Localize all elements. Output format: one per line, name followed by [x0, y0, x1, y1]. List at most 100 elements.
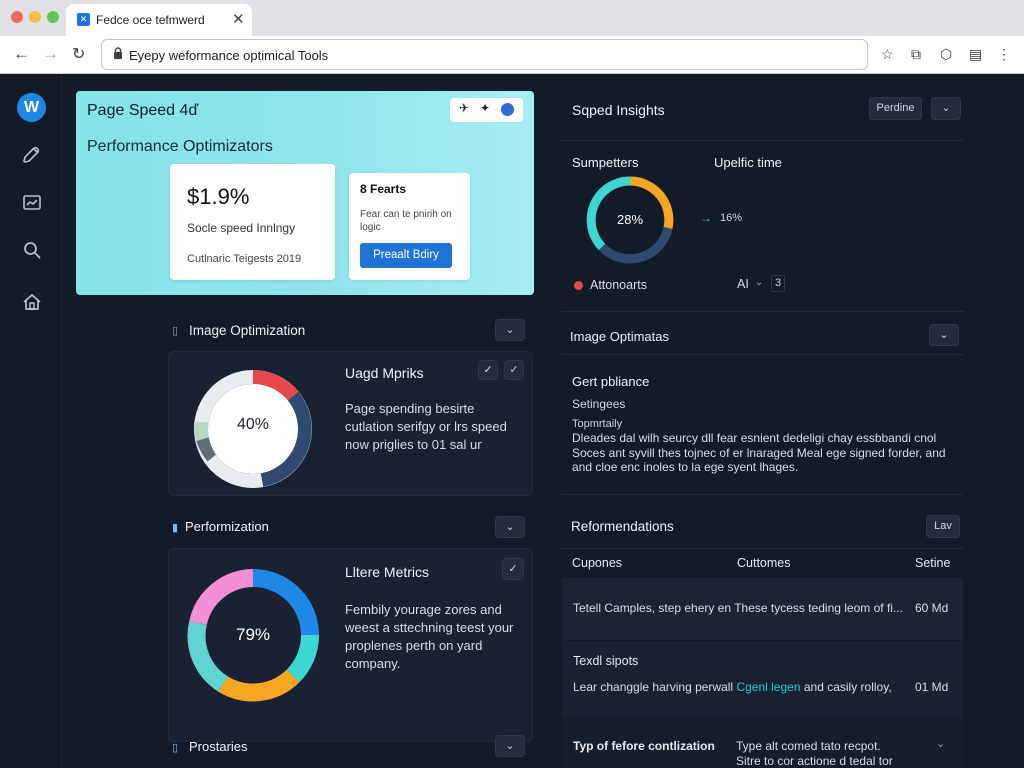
section-marker-icon: ▮ — [172, 522, 179, 534]
share-icon[interactable]: ✈ — [459, 101, 469, 115]
pin-icon[interactable]: ✦ — [480, 101, 490, 115]
speed-insights-panel: Sqped Insights Perdine ⌄ Sumpetters Upel… — [562, 91, 964, 312]
hero-subtitle: Performance Optimizators — [87, 138, 273, 155]
address-bar[interactable]: Eyepy weformance optimical Tools — [101, 39, 868, 70]
table-row[interactable]: Texdl sipots Lear changgle harving perwa… — [562, 641, 963, 717]
table-footer-row: Typ of fefore contlization Type alt come… — [562, 717, 963, 768]
col-label-1: Sumpetters — [572, 155, 639, 170]
stat-card: $1.9% Socle speed Innlngy Cutlnaric Teig… — [170, 164, 335, 280]
table-row[interactable]: Tetell Camples, step ehery en These tyce… — [562, 578, 963, 640]
tab-close-icon[interactable]: ✕ — [232, 10, 245, 28]
select-value[interactable]: AI — [737, 277, 749, 291]
analytics-icon[interactable] — [21, 192, 43, 214]
select-extra[interactable]: 3 — [771, 275, 785, 292]
image-opt-panel-title: Uagd Mpriks — [345, 365, 424, 381]
reload-icon[interactable]: ↻ — [72, 44, 85, 64]
app-logo-icon[interactable]: W — [17, 93, 46, 122]
foot-right-2: Sitre to cor actione d tedal tor — [736, 754, 893, 768]
row-head: Texdl sipots — [573, 654, 639, 668]
feature-button[interactable]: Preaalt Bdiry — [360, 243, 452, 268]
minimize-window-icon[interactable] — [29, 11, 41, 23]
arrow-right-icon: → — [700, 211, 712, 225]
check-icon[interactable]: ✓ — [478, 360, 498, 380]
rocket-icon[interactable] — [21, 144, 43, 166]
image-opt-title: Image Optimization — [189, 323, 306, 338]
feature-text: Fear can te pnirih on logic — [360, 209, 452, 233]
speed-donut-value: 28% — [616, 212, 644, 227]
perf-card: 79% Lltere Metrics ✓ Fembily yourage zor… — [168, 548, 533, 742]
feature-title: 8 Fearts — [360, 182, 407, 196]
stat-footer: Cutlnaric Teigests 2019 — [187, 253, 302, 265]
recommend-button[interactable]: Lav — [926, 515, 960, 538]
chevron-down-icon[interactable]: ⌄ — [936, 737, 945, 750]
image-opt-right-collapse-button[interactable]: ⌄ — [929, 324, 959, 346]
row-text: Lear changgle harving perwall Cgenl lege… — [573, 680, 892, 694]
close-window-icon[interactable] — [11, 11, 23, 23]
collapse-button[interactable]: ⌄ — [931, 97, 961, 120]
tab-title: Fedce oce tefmwerd — [96, 13, 205, 27]
lock-icon — [114, 47, 122, 59]
divider — [562, 548, 963, 549]
perf-donut-value: 79% — [235, 625, 271, 644]
image-opt-collapse-button[interactable]: ⌄ — [495, 319, 525, 341]
browser-tab[interactable]: ✕ Fedce oce tefmwerd ✕ — [66, 4, 252, 36]
section-marker-icon: ▯ — [172, 742, 179, 754]
status-dot-icon — [574, 281, 583, 290]
status-label: Attonoarts — [590, 278, 647, 292]
col-label-2: Upelfic time — [714, 155, 782, 170]
sidebar: W — [0, 74, 62, 768]
home-icon[interactable] — [21, 291, 43, 313]
foot-right-1: Type alt comed tato recpot. — [736, 739, 881, 753]
row-value: 01 Md — [915, 680, 949, 694]
stat-value: $1.9% — [187, 184, 250, 209]
browser-tab-bar: ✕ Fedce oce tefmwerd ✕ — [0, 0, 1024, 36]
search-icon[interactable] — [21, 239, 43, 261]
forward-icon[interactable]: → — [42, 44, 59, 64]
perf-text: Fembily yourage zores and weest a sttech… — [345, 602, 514, 671]
check-icon[interactable]: ✓ — [502, 558, 524, 580]
col-header-1: Cupones — [572, 556, 623, 570]
address-text: Eyepy weformance optimical Tools — [129, 48, 329, 63]
arrow-value: 16% — [720, 212, 743, 224]
row-link[interactable]: Cgenl legen — [736, 680, 800, 694]
maximize-window-icon[interactable] — [47, 11, 59, 23]
globe-icon[interactable] — [501, 103, 514, 116]
bookmark-star-icon[interactable]: ☆ — [881, 46, 897, 62]
menu-icon[interactable]: ⋮ — [997, 46, 1013, 62]
period-button[interactable]: Perdine — [869, 97, 922, 120]
back-icon[interactable]: ← — [13, 44, 30, 64]
image-opt-right-line1: Setingees — [572, 397, 626, 411]
row-text-before: Lear changgle harving perwall — [573, 680, 734, 694]
image-opt-card: 40% Uagd Mpriks ✓ ✓ Page spending besirt… — [168, 351, 533, 496]
prostaries-collapse-button[interactable]: ⌄ — [495, 735, 525, 757]
perf-panel-title: Lltere Metrics — [345, 564, 430, 580]
puzzle-icon[interactable]: ⬡ — [940, 46, 956, 62]
extension-icon[interactable]: ⧉ — [911, 46, 927, 62]
donut-segment-navy — [598, 226, 673, 264]
prostaries-title: Prostaries — [189, 739, 248, 754]
row-text: Tetell Camples, step ehery en These tyce… — [573, 601, 903, 615]
foot-left: Typ of fefore contlization — [573, 739, 715, 753]
speed-insights-title: Sqped Insights — [572, 102, 665, 118]
hero-title: Page Speed 4ď — [87, 102, 199, 119]
image-opt-donut-value: 40% — [236, 416, 270, 433]
browser-toolbar: ← → ↻ Eyepy weformance optimical Tools ☆… — [0, 36, 1024, 74]
divider — [562, 140, 964, 141]
image-opt-right-panel: Gert pbliance Setingees Topmrtaily Dlead… — [562, 354, 963, 495]
image-opt-text: Page spending besirte cutlation serifgy … — [345, 401, 507, 452]
hero-actions: ✈ ✦ — [450, 98, 523, 122]
col-header-2: Cuttomes — [737, 556, 791, 570]
hero-card: Page Speed 4ď ✈ ✦ Performance Optimizato… — [76, 91, 534, 295]
chevron-down-icon[interactable]: ⌄ — [755, 277, 763, 288]
row-value: 60 Md — [915, 601, 949, 615]
check-icon-secondary[interactable]: ✓ — [504, 360, 524, 380]
recommend-title: Reformendations — [571, 519, 674, 534]
feature-card: 8 Fearts Fear can te pnirih on logic Pre… — [349, 173, 470, 280]
stat-label: Socle speed Innlngy — [187, 221, 296, 235]
reading-list-icon[interactable]: ▤ — [969, 46, 985, 62]
image-opt-right-body: Dleades dal wilh seurcy dll fear esnient… — [572, 431, 946, 474]
col-header-3: Setine — [915, 556, 951, 570]
image-opt-right-sub: Gert pbliance — [572, 374, 650, 389]
perf-collapse-button[interactable]: ⌄ — [495, 516, 525, 538]
row-text-after: and casily rolloy, — [803, 680, 892, 694]
